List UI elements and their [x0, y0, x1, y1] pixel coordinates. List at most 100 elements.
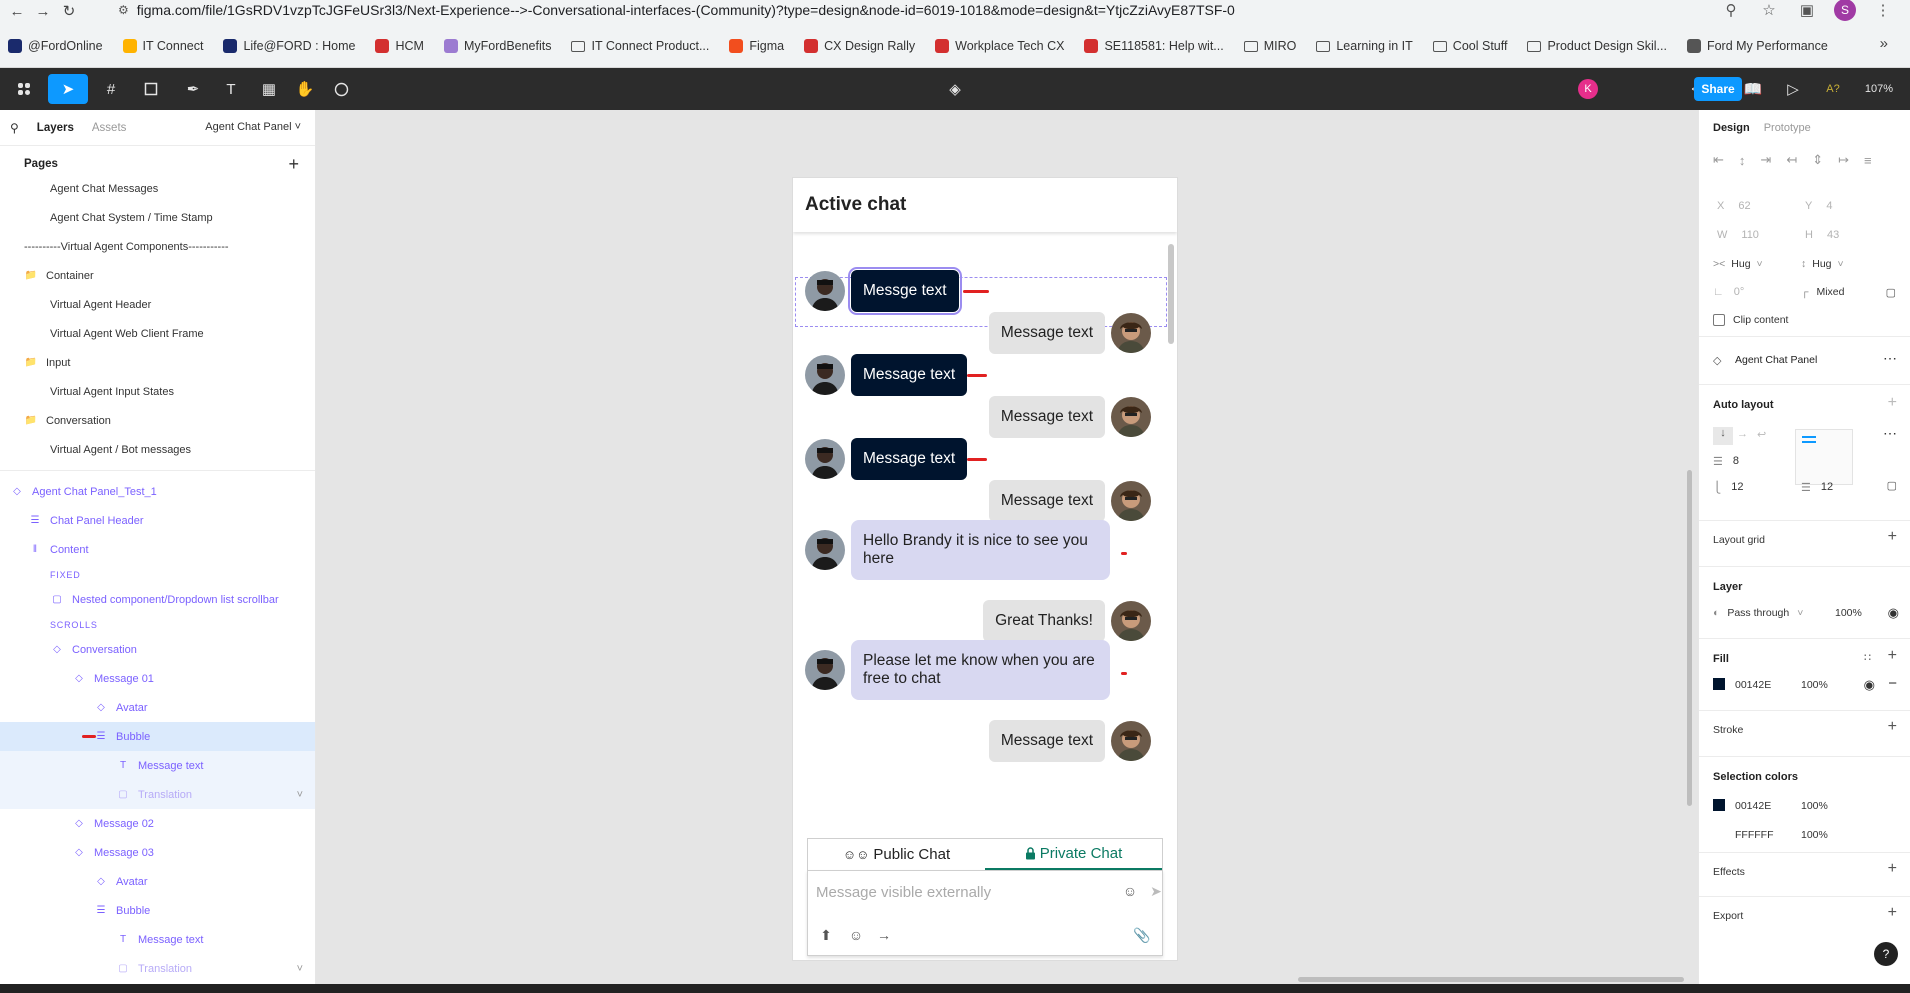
align-middle-icon[interactable]: ⇕	[1812, 152, 1823, 168]
bookmark-item[interactable]: MIRO	[1243, 39, 1296, 53]
independent-corners-icon[interactable]: ▢	[1886, 286, 1896, 299]
message-bubble[interactable]: Great Thanks!	[983, 600, 1105, 642]
library-icon[interactable]: 📖	[1740, 68, 1766, 110]
fill-opacity[interactable]: 100%	[1801, 679, 1828, 691]
gap-field[interactable]: ☰ 8	[1713, 455, 1739, 468]
page-selector[interactable]: Agent Chat Panel ˅	[205, 121, 301, 133]
fill-styles-icon[interactable]: ∷	[1864, 651, 1871, 664]
size-w[interactable]: W 110	[1717, 229, 1759, 241]
layer-row[interactable]: SCROLLS	[0, 614, 315, 635]
layer-row[interactable]: Virtual Agent Web Client Frame	[0, 319, 315, 348]
fill-visibility-icon[interactable]: ◉	[1864, 677, 1875, 693]
file-component-icon[interactable]: ◈	[944, 68, 966, 110]
layer-row[interactable]: ◇ Message 03	[0, 838, 315, 867]
component-name[interactable]: Agent Chat Panel	[1735, 354, 1817, 366]
quick-action-icon[interactable]: ⬆	[816, 925, 836, 945]
back-icon[interactable]: ←	[4, 1, 30, 21]
address-bar[interactable]: ⚙ figma.com/file/1GsRDV1vzpTcJGFeUSr3l3/…	[118, 0, 1668, 20]
message-bubble[interactable]: Messge text	[848, 267, 962, 315]
emoji-icon[interactable]: ☺	[1120, 881, 1140, 901]
layer-row[interactable]: ☰ Chat Panel Header	[0, 506, 315, 535]
message-06[interactable]: Message text	[988, 480, 1151, 522]
layer-row[interactable]: 📁 Input	[0, 348, 315, 377]
tab-public-chat[interactable]: ☺☺ Public Chat	[808, 839, 985, 870]
blend-mode-select[interactable]: ◐ Pass through ˅	[1713, 607, 1803, 619]
hand-tool-icon[interactable]: ✋	[292, 68, 318, 110]
agent-chat-panel-frame[interactable]: Active chat Messge text Message text Messa…	[792, 177, 1178, 961]
bookmarks-more-icon[interactable]: »	[1880, 35, 1888, 52]
message-03[interactable]: Message text	[805, 354, 968, 396]
add-auto-layout-icon[interactable]: +	[1888, 394, 1897, 412]
reload-icon[interactable]: ↻	[56, 1, 82, 21]
message-bubble[interactable]: Message text	[988, 720, 1105, 762]
bookmark-item[interactable]: MyFordBenefits	[443, 39, 551, 53]
send-icon[interactable]: ➤	[1146, 881, 1166, 901]
bookmark-item[interactable]: Figma	[729, 39, 784, 53]
layer-row[interactable]: T Message text	[0, 925, 315, 954]
layer-row[interactable]: ◇ Avatar	[0, 867, 315, 896]
design-canvas[interactable]: Active chat Messge text Message text Messa…	[316, 110, 1698, 984]
layer-row[interactable]: ▢ Nested component/Dropdown list scrollba…	[0, 585, 315, 614]
bookmark-item[interactable]: IT Connect Product...	[571, 39, 709, 53]
forward-arrow-icon[interactable]: →	[874, 925, 894, 945]
message-bubble[interactable]: Message text	[851, 438, 968, 480]
bookmark-star-icon[interactable]: ☆	[1758, 0, 1780, 20]
canvas-vertical-scrollbar[interactable]	[1687, 470, 1692, 806]
clip-content-toggle[interactable]: Clip content	[1713, 314, 1788, 326]
message-bubble[interactable]: Hello Brandy it is nice to see you here	[851, 520, 1110, 580]
message-input[interactable]	[816, 877, 1096, 907]
message-bubble[interactable]: Message text	[851, 354, 968, 396]
bookmark-item[interactable]: Cool Stuff	[1432, 39, 1507, 53]
selection-color-swatch-2[interactable]	[1713, 828, 1725, 840]
transfer-agent-icon[interactable]: ☺	[846, 925, 866, 945]
add-layout-grid-icon[interactable]: +	[1888, 528, 1897, 546]
message-09[interactable]: Please let me know when you are free to …	[805, 640, 1110, 700]
figma-menu-icon[interactable]	[8, 68, 40, 110]
layer-row[interactable]: ◇ Message 02	[0, 809, 315, 838]
message-01[interactable]: Messge text	[805, 267, 962, 315]
url-text[interactable]: figma.com/file/1GsRDV1vzpTcJGFeUSr3l3/Ne…	[137, 2, 1235, 18]
bookmark-item[interactable]: Workplace Tech CX	[935, 39, 1064, 53]
individual-padding-icon[interactable]: ▢	[1887, 479, 1897, 492]
resize-width-hug[interactable]: >< Hug ˅	[1713, 258, 1763, 270]
layer-row[interactable]: FIXED	[0, 564, 315, 585]
distribute-icon[interactable]: ≡	[1864, 153, 1872, 168]
size-h[interactable]: H 43	[1805, 229, 1839, 241]
chevron-down-icon[interactable]: ˅	[297, 789, 303, 801]
bookmark-item[interactable]: Learning in IT	[1316, 39, 1413, 53]
resources-tool-icon[interactable]: ▦	[256, 68, 282, 110]
bookmark-item[interactable]: SE118581: Help wit...	[1084, 39, 1224, 53]
layer-row[interactable]: 📁 Container	[0, 261, 315, 290]
attach-icon[interactable]: 📎	[1132, 925, 1152, 945]
text-tool-icon[interactable]: T	[218, 68, 244, 110]
conversation-scrollbar[interactable]	[1168, 244, 1174, 344]
message-05[interactable]: Message text	[805, 438, 968, 480]
layer-row[interactable]: ▢ Translation ˅	[0, 954, 315, 983]
layer-row[interactable]: ◇ Message 01	[0, 664, 315, 693]
rotation-field[interactable]: ∟ 0°	[1713, 286, 1744, 298]
align-left-icon[interactable]: ⇤	[1713, 152, 1724, 168]
help-button[interactable]: ?	[1874, 942, 1898, 966]
canvas-horizontal-scrollbar[interactable]	[1298, 977, 1684, 982]
selection-color-2-opacity[interactable]: 100%	[1801, 829, 1828, 841]
alignment-grid[interactable]	[1795, 429, 1853, 485]
browser-menu-icon[interactable]: ⋮	[1872, 0, 1894, 20]
message-08[interactable]: Great Thanks!	[983, 600, 1151, 642]
fill-swatch[interactable]	[1713, 678, 1725, 690]
message-bubble[interactable]: Message text	[988, 396, 1105, 438]
align-bottom-icon[interactable]: ↦	[1838, 152, 1849, 168]
pen-tool-icon[interactable]: ✒	[178, 68, 208, 110]
fill-hex[interactable]: 00142E	[1735, 679, 1771, 691]
tab-assets[interactable]: Assets	[92, 122, 127, 134]
more-options-icon[interactable]: ⋯	[1883, 350, 1897, 367]
shape-tool-icon[interactable]	[136, 68, 166, 110]
zoom-level[interactable]: 107%	[1856, 68, 1902, 110]
auto-layout-settings-icon[interactable]: ⋯	[1883, 425, 1897, 442]
add-fill-icon[interactable]: +	[1888, 647, 1897, 665]
resize-height-hug[interactable]: ↕ Hug ˅	[1801, 258, 1844, 270]
profile-avatar[interactable]: S	[1834, 0, 1856, 21]
extensions-icon[interactable]: ▣	[1796, 0, 1818, 20]
message-02[interactable]: Message text	[988, 312, 1151, 354]
layer-row[interactable]: Virtual Agent Input States	[0, 377, 315, 406]
layer-row[interactable]: ----------Virtual Agent Components------…	[0, 232, 315, 261]
